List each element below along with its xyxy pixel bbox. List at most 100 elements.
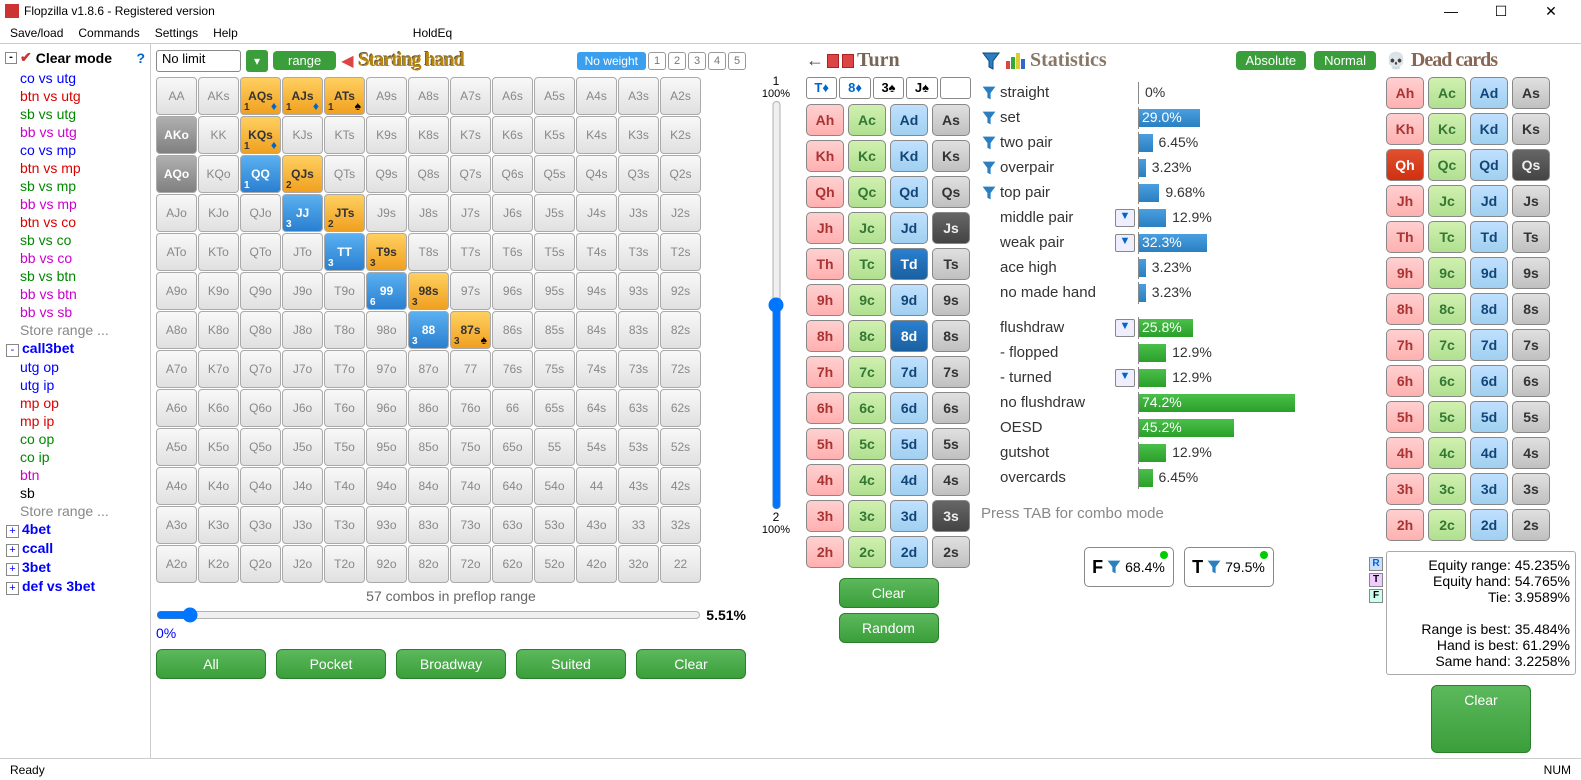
card-2s[interactable]: 2s [932, 536, 970, 568]
card-3s[interactable]: 3s [932, 500, 970, 532]
card-8d[interactable]: 8d [890, 320, 928, 352]
stat-row[interactable]: two pair▼6.45% [981, 130, 1376, 155]
card-Qs[interactable]: Qs [1512, 149, 1550, 181]
hand-AQs[interactable]: AQs1♦ [240, 77, 281, 115]
tree-item[interactable]: bb vs btn [2, 285, 148, 303]
hand-62o[interactable]: 62o [492, 545, 533, 583]
hand-QJo[interactable]: QJo [240, 194, 281, 232]
hand-72o[interactable]: 72o [450, 545, 491, 583]
card-Js[interactable]: Js [1512, 185, 1550, 217]
dropdown-button[interactable]: ▾ [246, 50, 268, 72]
card-Qh[interactable]: Qh [1386, 149, 1424, 181]
minimize-button[interactable]: — [1436, 3, 1466, 20]
hand-86s[interactable]: 86s [492, 311, 533, 349]
hand-73o[interactable]: 73o [450, 506, 491, 544]
broadway-button[interactable]: Broadway [396, 649, 506, 679]
hand-T4s[interactable]: T4s [576, 233, 617, 271]
hand-93o[interactable]: 93o [366, 506, 407, 544]
hand-Q6o[interactable]: Q6o [240, 389, 281, 427]
card-9h[interactable]: 9h [806, 284, 844, 316]
card-Jc[interactable]: Jc [848, 212, 886, 244]
stat-row[interactable]: middle pair▼12.9% [981, 205, 1376, 230]
hand-43o[interactable]: 43o [576, 506, 617, 544]
hand-98s[interactable]: 98s3 [408, 272, 449, 310]
stat-row[interactable]: gutshot▼12.9% [981, 440, 1376, 465]
no-weight-button[interactable]: No weight [577, 52, 646, 70]
menu-settings[interactable]: Settings [155, 26, 198, 40]
hand-K3o[interactable]: K3o [198, 506, 239, 544]
card-8h[interactable]: 8h [1386, 293, 1424, 325]
hand-J4s[interactable]: J4s [576, 194, 617, 232]
hand-84s[interactable]: 84s [576, 311, 617, 349]
hand-K3s[interactable]: K3s [618, 116, 659, 154]
card-Kd[interactable]: Kd [1470, 113, 1508, 145]
card-Th[interactable]: Th [1386, 221, 1424, 253]
hand-T3s[interactable]: T3s [618, 233, 659, 271]
hand-Q4o[interactable]: Q4o [240, 467, 281, 505]
card-5h[interactable]: 5h [806, 428, 844, 460]
hand-A7s[interactable]: A7s [450, 77, 491, 115]
hand-83s[interactable]: 83s [618, 311, 659, 349]
tree-header[interactable]: +def vs 3bet [2, 577, 148, 596]
hand-AKs[interactable]: AKs [198, 77, 239, 115]
hand-J4o[interactable]: J4o [282, 467, 323, 505]
hand-Q8o[interactable]: Q8o [240, 311, 281, 349]
stat-row[interactable]: ace high▼3.23% [981, 255, 1376, 280]
hand-KJo[interactable]: KJo [198, 194, 239, 232]
hand-AJo[interactable]: AJo [156, 194, 197, 232]
card-Ks[interactable]: Ks [932, 140, 970, 172]
tree-header[interactable]: +3bet [2, 558, 148, 577]
hand-62s[interactable]: 62s [660, 389, 701, 427]
menu-saveload[interactable]: Save/load [10, 26, 63, 40]
hand-J8o[interactable]: J8o [282, 311, 323, 349]
card-6d[interactable]: 6d [890, 392, 928, 424]
hand-82o[interactable]: 82o [408, 545, 449, 583]
card-Qc[interactable]: Qc [848, 176, 886, 208]
range-slider[interactable] [156, 607, 701, 623]
card-4h[interactable]: 4h [806, 464, 844, 496]
stat-row[interactable]: top pair▼9.68% [981, 180, 1376, 205]
hand-J7o[interactable]: J7o [282, 350, 323, 388]
card-Ts[interactable]: Ts [1512, 221, 1550, 253]
tree-item[interactable]: Store range ... [2, 321, 148, 339]
card-6c[interactable]: 6c [848, 392, 886, 424]
hand-75s[interactable]: 75s [534, 350, 575, 388]
hand-Q5o[interactable]: Q5o [240, 428, 281, 466]
hand-Q3o[interactable]: Q3o [240, 506, 281, 544]
card-Jh[interactable]: Jh [1386, 185, 1424, 217]
hand-ATs[interactable]: ATs1♠ [324, 77, 365, 115]
stat-row[interactable]: overpair▼3.23% [981, 155, 1376, 180]
hand-66[interactable]: 66 [492, 389, 533, 427]
card-Kh[interactable]: Kh [1386, 113, 1424, 145]
stat-row[interactable]: - turned▼12.9% [981, 365, 1376, 390]
hand-K8s[interactable]: K8s [408, 116, 449, 154]
card-Ah[interactable]: Ah [1386, 77, 1424, 109]
hand-J3s[interactable]: J3s [618, 194, 659, 232]
stat-row[interactable]: no made hand▼3.23% [981, 280, 1376, 305]
card-2d[interactable]: 2d [1470, 509, 1508, 541]
weight-3[interactable]: 3 [688, 52, 706, 70]
menu-commands[interactable]: Commands [78, 26, 139, 40]
tree-item[interactable]: sb vs mp [2, 177, 148, 195]
hand-T3o[interactable]: T3o [324, 506, 365, 544]
card-4h[interactable]: 4h [1386, 437, 1424, 469]
card-Ks[interactable]: Ks [1512, 113, 1550, 145]
card-9s[interactable]: 9s [1512, 257, 1550, 289]
tree-item[interactable]: utg op [2, 358, 148, 376]
hand-J6s[interactable]: J6s [492, 194, 533, 232]
tree-item[interactable]: bb vs sb [2, 303, 148, 321]
hand-AA[interactable]: AA [156, 77, 197, 115]
hand-85o[interactable]: 85o [408, 428, 449, 466]
hand-KTs[interactable]: KTs [324, 116, 365, 154]
tree-item[interactable]: sb vs utg [2, 105, 148, 123]
card-6h[interactable]: 6h [806, 392, 844, 424]
card-Ac[interactable]: Ac [1428, 77, 1466, 109]
hand-QTo[interactable]: QTo [240, 233, 281, 271]
hand-98o[interactable]: 98o [366, 311, 407, 349]
help-icon[interactable]: ? [136, 50, 145, 66]
hand-JTs[interactable]: JTs2 [324, 194, 365, 232]
card-6s[interactable]: 6s [932, 392, 970, 424]
hand-J7s[interactable]: J7s [450, 194, 491, 232]
card-7s[interactable]: 7s [932, 356, 970, 388]
hand-Q9s[interactable]: Q9s [366, 155, 407, 193]
